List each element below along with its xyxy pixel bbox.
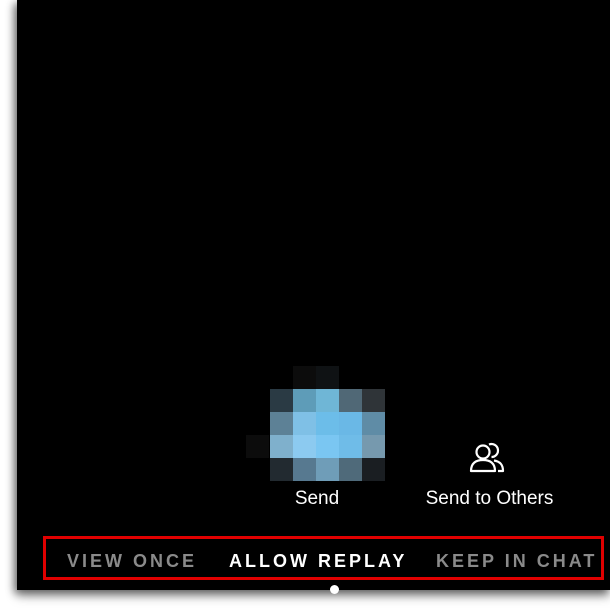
mode-keep-in-chat[interactable]: KEEP IN CHAT bbox=[436, 539, 597, 577]
send-to-others-button[interactable]: Send to Others bbox=[417, 436, 562, 514]
camera-preview: Send Send to Others bbox=[17, 0, 610, 594]
send-button[interactable] bbox=[246, 366, 387, 484]
replay-mode-selector: VIEW ONCE ALLOW REPLAY KEEP IN CHAT bbox=[43, 536, 604, 580]
selected-mode-indicator bbox=[330, 585, 339, 594]
mode-allow-replay[interactable]: ALLOW REPLAY bbox=[229, 539, 407, 577]
mode-view-once[interactable]: VIEW ONCE bbox=[67, 539, 197, 577]
send-to-others-label: Send to Others bbox=[425, 488, 554, 509]
people-icon bbox=[469, 442, 505, 473]
screenshot: Send Send to Others VIEW ONCE ALLOW REPL… bbox=[0, 0, 610, 610]
send-label[interactable]: Send bbox=[280, 487, 354, 511]
